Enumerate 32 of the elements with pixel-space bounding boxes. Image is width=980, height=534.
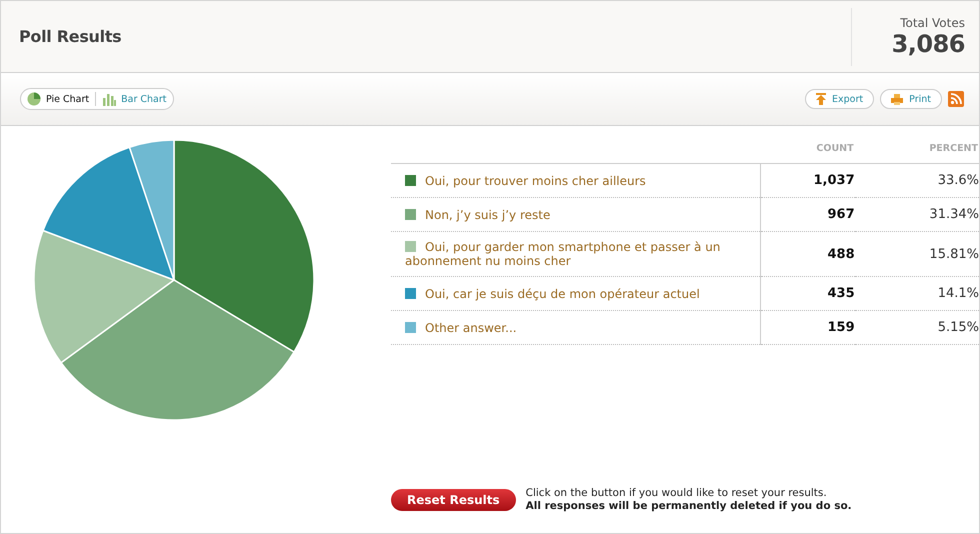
reset-warning: All responses will be permanently deleted if you do so. bbox=[526, 500, 852, 513]
print-button[interactable]: Print bbox=[880, 89, 942, 109]
export-button[interactable]: Export bbox=[805, 89, 874, 109]
vote-count: 967 bbox=[827, 207, 855, 222]
total-votes-label: Total Votes bbox=[899, 16, 965, 30]
vote-count: 435 bbox=[827, 286, 855, 301]
page-title: Poll Results bbox=[18, 27, 122, 46]
chart-type-tab[interactable]: Bar Chart bbox=[102, 92, 167, 106]
upload-icon bbox=[816, 93, 826, 105]
column-header: COUNT bbox=[760, 134, 855, 164]
chart-type-tab[interactable]: Pie Chart bbox=[27, 92, 90, 106]
rss-icon[interactable] bbox=[948, 91, 964, 107]
total-votes-count: 3,086 bbox=[892, 30, 965, 58]
answer-label: Other answer... bbox=[425, 320, 517, 334]
vote-count: 159 bbox=[827, 320, 855, 335]
answer-label: Oui, pour trouver moins cher ailleurs bbox=[425, 174, 646, 188]
reset-note: Click on the button if you would like to reset your results. bbox=[526, 487, 828, 500]
answer-label: Non, j’y suis j’y reste bbox=[425, 208, 550, 222]
pie-icon bbox=[27, 92, 41, 106]
vote-percent: 15.81% bbox=[929, 246, 979, 262]
reset-results-button[interactable]: Reset Results bbox=[391, 489, 516, 511]
vote-percent: 14.1% bbox=[938, 286, 979, 301]
answer-label: Oui, car je suis déçu de mon opérateur actuel bbox=[425, 286, 700, 300]
vote-percent: 5.15% bbox=[938, 320, 979, 335]
printer-icon bbox=[891, 94, 904, 104]
vote-count: 488 bbox=[827, 246, 855, 262]
vote-count: 1,037 bbox=[814, 173, 855, 188]
answer-label: Oui, pour garder mon smartphone et passer à un abonnement nu moins cher bbox=[405, 240, 720, 268]
bar-chart-icon bbox=[102, 92, 116, 106]
column-header: PERCENT bbox=[854, 134, 979, 164]
vote-percent: 33.6% bbox=[938, 173, 979, 188]
vote-percent: 31.34% bbox=[929, 207, 979, 222]
